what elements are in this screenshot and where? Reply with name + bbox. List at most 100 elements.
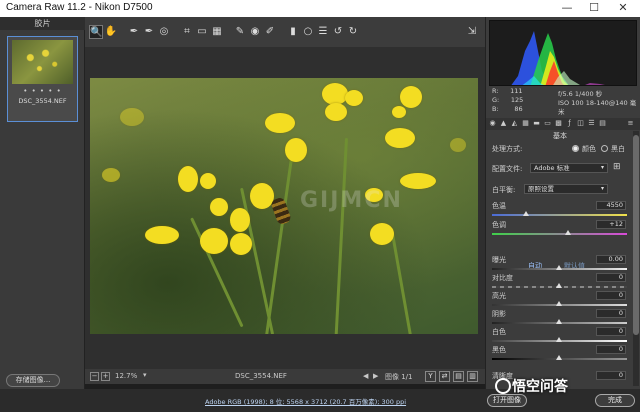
- brand-watermark: 悟空问答: [512, 379, 568, 395]
- temperature-slider[interactable]: [492, 214, 627, 216]
- image-canvas[interactable]: GIJMCN: [85, 47, 485, 369]
- exposure-slider-thumb[interactable]: [556, 265, 562, 270]
- shadows-label: 阴影: [492, 310, 506, 318]
- targeted-adjustment-tool-icon[interactable]: ◎: [157, 25, 171, 39]
- toggle-fullscreen-icon[interactable]: ⇲: [465, 25, 479, 39]
- tab-snapshots-icon[interactable]: ▤: [598, 119, 607, 128]
- tint-slider[interactable]: [492, 233, 627, 235]
- profile-browser-icon[interactable]: ⊞: [613, 162, 621, 172]
- zoom-in-button[interactable]: +: [101, 372, 110, 381]
- before-after-toggle[interactable]: Y: [425, 371, 436, 382]
- treatment-color-label: 颜色: [582, 145, 596, 153]
- clarity-input[interactable]: 0: [596, 371, 626, 380]
- contrast-label: 对比度: [492, 274, 513, 282]
- temperature-input[interactable]: 4550: [596, 201, 626, 210]
- color-sampler-tool-icon[interactable]: ✒: [142, 25, 156, 39]
- temperature-label: 色温: [492, 202, 506, 210]
- rotate-right-icon[interactable]: ↻: [346, 25, 360, 39]
- white-balance-tool-icon[interactable]: ✒: [127, 25, 141, 39]
- contrast-slider-thumb[interactable]: [556, 283, 562, 288]
- graduated-filter-icon[interactable]: ▮: [286, 25, 300, 39]
- tint-slider-thumb[interactable]: [565, 230, 571, 235]
- whites-input[interactable]: 0: [596, 327, 626, 336]
- treatment-label: 处理方式:: [492, 145, 523, 153]
- tab-lens-icon[interactable]: ▭: [543, 119, 552, 128]
- tab-hsl-icon[interactable]: ▦: [521, 119, 530, 128]
- contrast-input[interactable]: 0: [596, 273, 626, 282]
- preferences-icon[interactable]: ☰: [316, 25, 330, 39]
- preview-photo[interactable]: GIJMCN: [90, 78, 478, 334]
- histogram: [489, 20, 637, 86]
- tab-presets-icon[interactable]: ☰: [587, 119, 596, 128]
- treatment-bw-radio[interactable]: [601, 145, 608, 152]
- filmstrip-thumbnail[interactable]: • • • • • DSC_3554.NEF: [7, 36, 78, 122]
- tab-detail-icon[interactable]: ◭: [510, 119, 519, 128]
- panel-menu-icon[interactable]: ≡: [626, 119, 635, 128]
- shadows-input[interactable]: 0: [596, 309, 626, 318]
- tint-input[interactable]: +12: [596, 220, 626, 229]
- profile-value: Adobe 标准: [534, 164, 570, 172]
- exposure-input[interactable]: 0.00: [596, 255, 626, 264]
- b-label: B:: [492, 105, 499, 113]
- radial-filter-icon[interactable]: ○: [301, 25, 315, 39]
- save-image-button[interactable]: 存储图像...: [6, 374, 60, 387]
- panel-scrollbar[interactable]: [633, 131, 639, 386]
- adjustment-panel: R: 111 G: 125 B: 86 f/5.6 1/400 秒 ISO 100 1…: [485, 17, 640, 389]
- panel-tabs: ◉ ▲ ◭ ▦ ▬ ▭ ▩ ƒ ◫ ☰ ▤ ≡: [486, 118, 640, 130]
- blacks-input[interactable]: 0: [596, 345, 626, 354]
- transform-tool-icon[interactable]: ▦: [210, 25, 224, 39]
- spot-removal-tool-icon[interactable]: ✎: [233, 25, 247, 39]
- zoom-dropdown-icon[interactable]: ▾: [143, 371, 147, 379]
- swap-before-after-icon[interactable]: ⇄: [439, 371, 450, 382]
- red-eye-tool-icon[interactable]: ◉: [248, 25, 262, 39]
- hand-tool-icon[interactable]: ✋: [104, 25, 118, 39]
- copy-settings-icon[interactable]: ▤: [453, 371, 464, 382]
- treatment-color-radio[interactable]: [572, 145, 579, 152]
- shadows-slider-thumb[interactable]: [556, 319, 562, 324]
- panel-scroll-thumb[interactable]: [633, 135, 639, 335]
- crop-tool-icon[interactable]: ⌗: [180, 25, 194, 39]
- tab-split-toning-icon[interactable]: ▬: [532, 119, 541, 128]
- thumbnail-rating[interactable]: • • • • •: [8, 87, 77, 95]
- iso-lens: ISO 100 18-140@140 毫米: [558, 99, 637, 116]
- filmstrip-panel: 胶片 • • • • • DSC_3554.NEF: [0, 17, 85, 389]
- tab-basic-icon[interactable]: ◉: [488, 119, 497, 128]
- section-title: 基本: [553, 132, 567, 140]
- tab-calibration-icon[interactable]: ◫: [576, 119, 585, 128]
- highlights-slider-thumb[interactable]: [556, 301, 562, 306]
- white-balance-dropdown[interactable]: 原照设置 ▾: [524, 184, 608, 194]
- canvas-status-bar: − + 12.7% ▾ DSC_3554.NEF ◀ ▶ 图像 1/1 Y ⇄ …: [85, 369, 485, 384]
- done-button[interactable]: 完成: [595, 394, 635, 407]
- highlights-input[interactable]: 0: [596, 291, 626, 300]
- filmstrip-header: 胶片: [0, 17, 85, 30]
- minimize-button[interactable]: —: [556, 1, 578, 16]
- g-value: 125: [510, 96, 524, 104]
- profile-label: 配置文件:: [492, 165, 523, 173]
- tab-effects-icon[interactable]: ƒ: [565, 119, 574, 128]
- rotate-left-icon[interactable]: ↺: [331, 25, 345, 39]
- r-value: 111: [510, 87, 523, 95]
- tab-transform-icon[interactable]: ▩: [554, 119, 563, 128]
- maximize-button[interactable]: ☐: [583, 1, 605, 16]
- camera-info: f/5.6 1/400 秒 ISO 100 18-140@140 毫米: [558, 90, 640, 117]
- straighten-tool-icon[interactable]: ▭: [195, 25, 209, 39]
- zoom-level[interactable]: 12.7%: [115, 372, 137, 380]
- previous-image-icon[interactable]: ◀: [363, 372, 368, 380]
- zoom-out-button[interactable]: −: [90, 372, 99, 381]
- exposure-label: 曝光: [492, 256, 506, 264]
- next-image-icon[interactable]: ▶: [373, 372, 378, 380]
- adjustment-brush-icon[interactable]: ✐: [263, 25, 277, 39]
- blacks-slider-thumb[interactable]: [556, 355, 562, 360]
- tab-tone-curve-icon[interactable]: ▲: [499, 119, 508, 128]
- white-balance-label: 白平衡:: [492, 186, 516, 194]
- whites-slider-thumb[interactable]: [556, 337, 562, 342]
- zoom-tool-icon[interactable]: 🔍: [89, 25, 103, 39]
- toggle-settings-icon[interactable]: ▥: [467, 371, 478, 382]
- tint-label: 色调: [492, 221, 506, 229]
- profile-dropdown[interactable]: Adobe 标准 ▾: [530, 163, 608, 173]
- temperature-slider-thumb[interactable]: [523, 211, 529, 216]
- chevron-down-icon: ▾: [600, 164, 604, 171]
- close-button[interactable]: ✕: [612, 1, 634, 16]
- bee-subject: [269, 196, 293, 226]
- workflow-options-link[interactable]: Adobe RGB (1998); 8 位; 5568 x 3712 (20.7…: [205, 396, 406, 406]
